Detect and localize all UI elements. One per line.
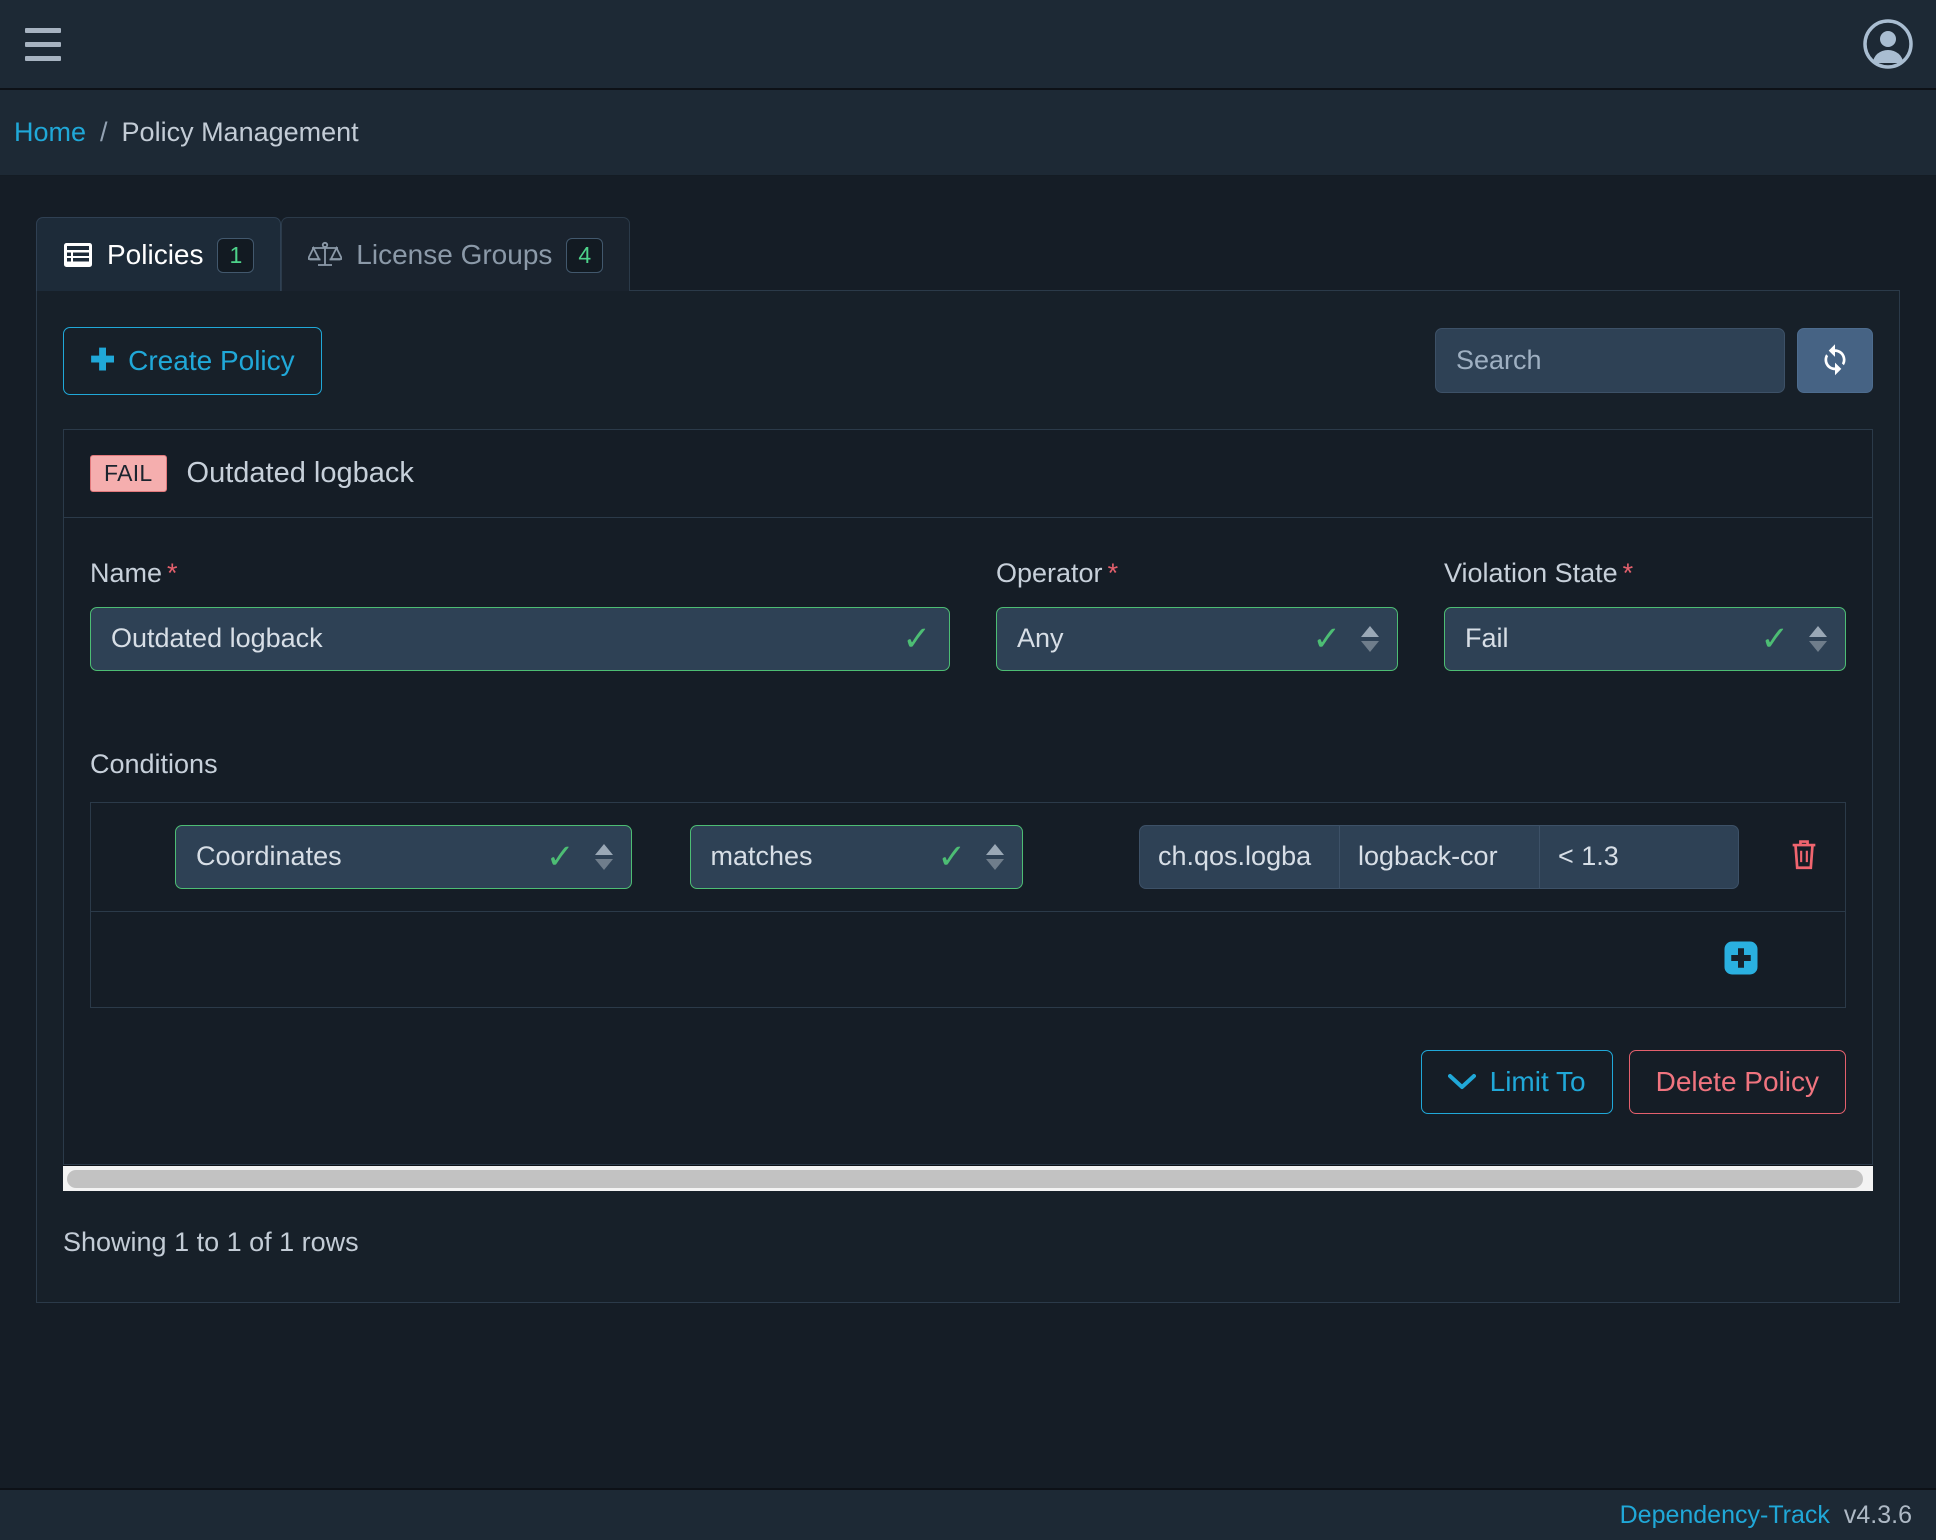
valid-check-icon: ✓ [546, 837, 575, 876]
conditions-box: Coordinates ✓ matches ✓ ch.qos.logba log… [90, 801, 1846, 1008]
violation-state-label-text: Violation State [1444, 557, 1618, 588]
valid-check-icon: ✓ [1760, 619, 1790, 658]
condition-group-input[interactable]: ch.qos.logba [1139, 824, 1339, 889]
limit-to-button[interactable]: Limit To [1420, 1049, 1613, 1114]
operator-select-value: Any [1017, 623, 1064, 654]
top-navbar [0, 0, 1936, 90]
footer-version: v4.3.6 [1843, 1500, 1912, 1529]
name-label-text: Name [90, 557, 163, 588]
create-policy-button[interactable]: ✚ Create Policy [63, 326, 322, 395]
valid-check-icon: ✓ [902, 619, 932, 658]
valid-check-icon: ✓ [1312, 619, 1342, 658]
chevron-updown-icon [1361, 625, 1379, 652]
limit-to-label: Limit To [1489, 1065, 1586, 1097]
violation-state-select[interactable]: Fail ✓ [1444, 606, 1846, 671]
condition-subject-select[interactable]: Coordinates ✓ [175, 824, 632, 889]
breadcrumb-current: Policy Management [121, 117, 359, 147]
field-operator: Operator * Any ✓ [996, 558, 1398, 671]
policies-panel: ✚ Create Policy FAIL Outd [36, 289, 1900, 1303]
footer-brand-link[interactable]: Dependency-Track [1620, 1501, 1830, 1530]
required-marker: * [167, 557, 178, 588]
scrollbar-thumb[interactable] [67, 1169, 1863, 1188]
breadcrumb-home-link[interactable]: Home [14, 117, 86, 148]
name-input-value: Outdated logback [111, 623, 323, 654]
list-table-icon [63, 242, 93, 268]
delete-policy-button[interactable]: Delete Policy [1628, 1049, 1846, 1114]
chevron-updown-icon [594, 843, 613, 870]
conditions-label: Conditions [90, 748, 218, 779]
policies-toolbar: ✚ Create Policy [63, 326, 1873, 395]
condition-operator-value: matches [710, 841, 813, 872]
condition-row: Coordinates ✓ matches ✓ ch.qos.logba log… [91, 803, 1845, 912]
status-badge: FAIL [90, 454, 167, 492]
refresh-sync-icon [1817, 341, 1853, 380]
policy-card-body: Name * Outdated logback ✓ Operator * Any… [64, 518, 1872, 1164]
tab-policies[interactable]: Policies 1 [36, 217, 282, 291]
tab-policies-label: Policies [107, 239, 204, 271]
balance-scales-icon [308, 241, 343, 269]
tab-license-groups[interactable]: License Groups 4 [281, 217, 631, 291]
name-label: Name * [90, 558, 950, 589]
violation-state-label: Violation State * [1444, 558, 1846, 589]
condition-operator-select[interactable]: matches ✓ [689, 824, 1023, 889]
operator-label-text: Operator [996, 557, 1103, 588]
hamburger-bar [25, 27, 61, 33]
condition-name-input[interactable]: logback-cor [1339, 824, 1539, 889]
tab-policies-badge: 1 [217, 238, 255, 273]
required-marker: * [1622, 557, 1634, 588]
field-name: Name * Outdated logback ✓ [90, 558, 950, 671]
policy-card-header[interactable]: FAIL Outdated logback [64, 430, 1872, 518]
tab-bar: Policies 1 License Groups 4 [36, 216, 1900, 291]
chevron-updown-icon [1809, 625, 1827, 652]
condition-value-group: ch.qos.logba logback-cor < 1.3 [1139, 824, 1739, 889]
required-marker: * [1107, 557, 1119, 588]
hamburger-menu-icon[interactable] [16, 17, 70, 71]
plus-square-icon [1723, 940, 1759, 979]
name-input[interactable]: Outdated logback ✓ [90, 606, 950, 671]
policy-form-row: Name * Outdated logback ✓ Operator * Any… [90, 558, 1846, 671]
condition-version-input[interactable]: < 1.3 [1539, 824, 1739, 889]
chevron-down-icon [1447, 1066, 1476, 1098]
violation-state-select-value: Fail [1465, 623, 1509, 654]
policy-card: FAIL Outdated logback Name * Outdated log… [63, 428, 1873, 1165]
tab-license-groups-badge: 4 [566, 238, 604, 273]
breadcrumb-separator: / [100, 117, 108, 147]
trash-icon [1787, 836, 1821, 877]
field-violation-state: Violation State * Fail ✓ [1444, 558, 1846, 671]
horizontal-scrollbar[interactable] [63, 1164, 1873, 1191]
delete-condition-button[interactable] [1787, 836, 1821, 877]
breadcrumb: Home / Policy Management [0, 90, 1936, 176]
hamburger-bar [25, 55, 61, 61]
policy-actions: Limit To Delete Policy [90, 1049, 1846, 1114]
condition-subject-value: Coordinates [196, 841, 342, 872]
search-controls [1435, 328, 1873, 394]
valid-check-icon: ✓ [937, 837, 967, 876]
tab-license-groups-label: License Groups [356, 239, 553, 271]
hamburger-bar [25, 41, 61, 47]
rows-info: Showing 1 to 1 of 1 rows [63, 1226, 359, 1257]
page-content: Policies 1 License Groups 4 ✚ Create Pol… [0, 176, 1936, 1303]
add-condition-row [91, 912, 1845, 1007]
refresh-button[interactable] [1797, 328, 1873, 394]
operator-select[interactable]: Any ✓ [996, 606, 1398, 671]
create-policy-label: Create Policy [128, 344, 295, 376]
policy-title: Outdated logback [186, 456, 414, 489]
footer: Dependency-Track v4.3.6 [0, 1488, 1936, 1540]
search-input[interactable] [1435, 328, 1785, 394]
add-condition-button[interactable] [1723, 940, 1759, 979]
chevron-updown-icon [986, 843, 1004, 870]
user-avatar-icon[interactable] [1862, 18, 1914, 70]
plus-icon: ✚ [90, 343, 116, 377]
operator-label: Operator * [996, 558, 1398, 589]
